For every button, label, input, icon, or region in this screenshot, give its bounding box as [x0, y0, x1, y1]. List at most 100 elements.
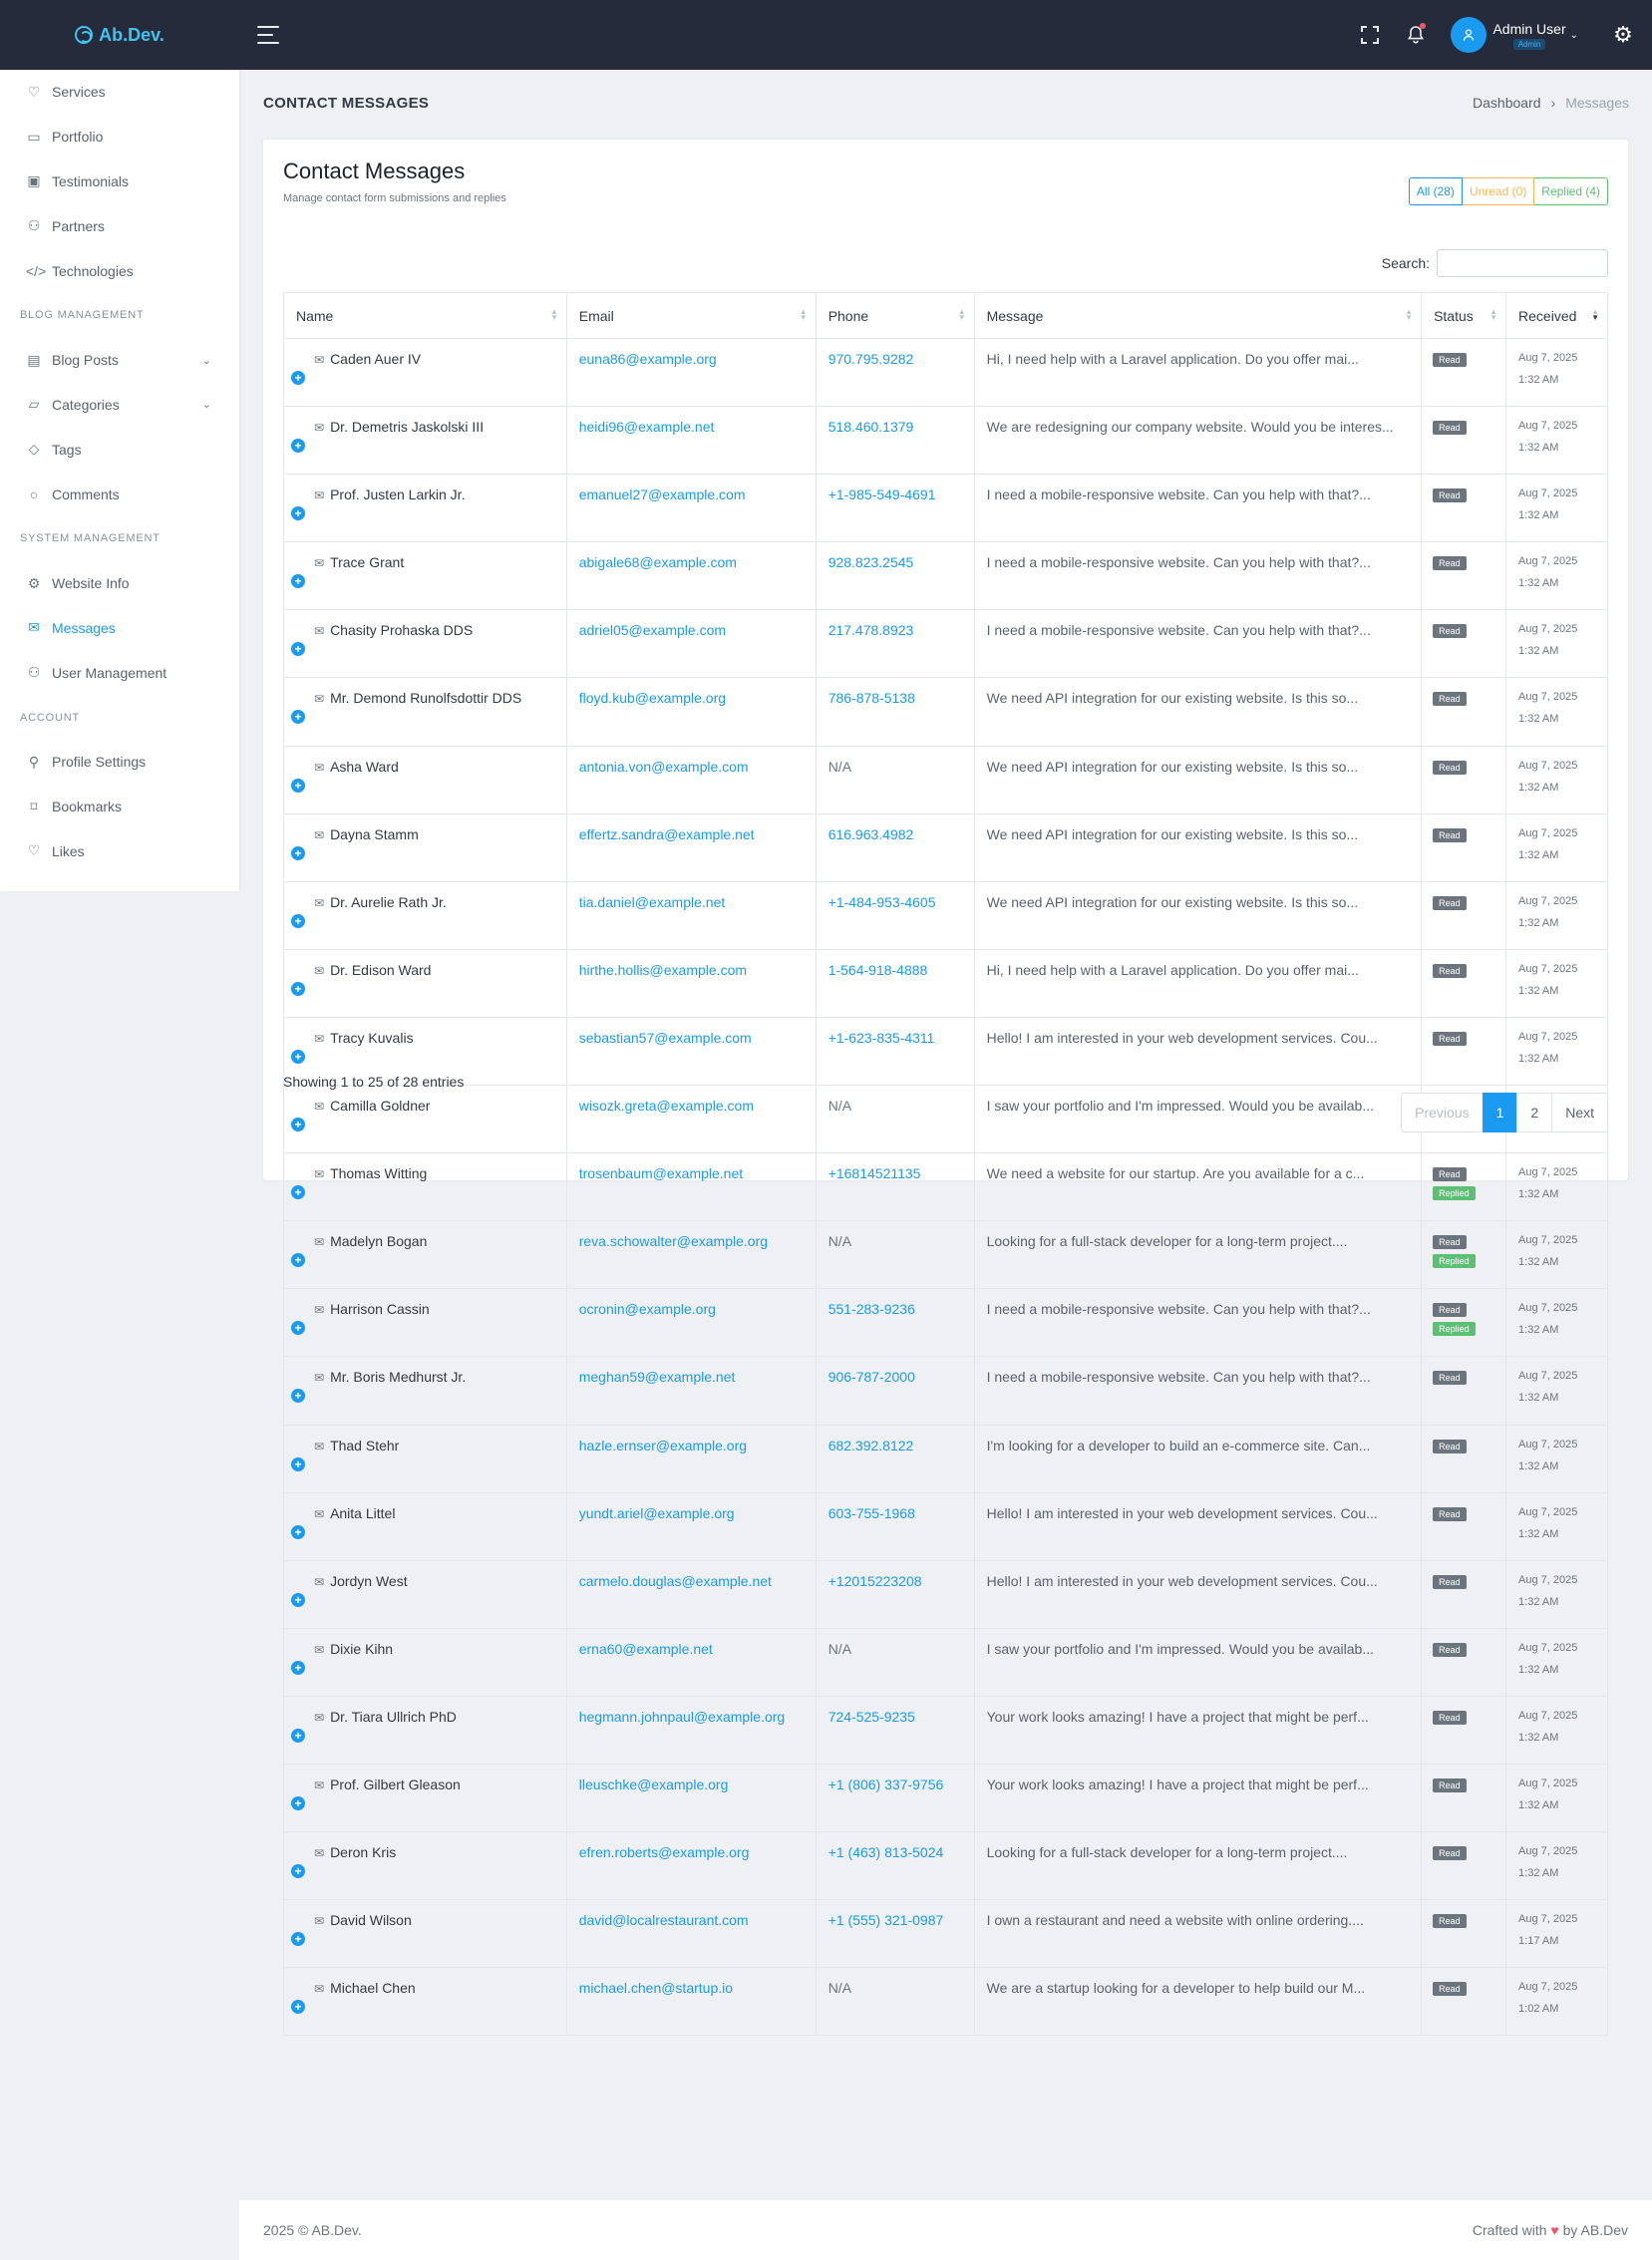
phone-link[interactable]: 724-525-9235 [828, 1709, 915, 1725]
column-header-name[interactable]: Name ▲ ▼ [283, 292, 567, 339]
email-link[interactable]: carmelo.douglas@example.net [579, 1573, 772, 1589]
email-link[interactable]: meghan59@example.net [579, 1369, 736, 1385]
expand-row-icon[interactable]: + [291, 913, 305, 928]
email-link[interactable]: tia.daniel@example.net [579, 894, 726, 910]
table-row[interactable]: + ✉ Dr. Demetris Jaskolski III heidi96@exam… [283, 406, 1608, 476]
column-header-received[interactable]: Received ▲ ▼ [1505, 292, 1608, 339]
column-header-phone[interactable]: Phone ▲ ▼ [815, 292, 975, 339]
expand-row-icon[interactable]: + [291, 642, 305, 657]
expand-row-icon[interactable]: + [291, 778, 305, 793]
column-header-email[interactable]: Email ▲ ▼ [565, 292, 817, 339]
phone-link[interactable]: +12015223208 [828, 1573, 922, 1589]
expand-row-icon[interactable]: + [291, 1389, 305, 1404]
email-link[interactable]: heidi96@example.net [579, 419, 715, 435]
sidebar-item-partners[interactable]: ⚇ Partners [0, 203, 239, 248]
sidebar-item-website-info[interactable]: ⚙ Website Info [0, 561, 239, 606]
email-link[interactable]: adriel05@example.com [579, 622, 726, 638]
table-row[interactable]: + ✉ Deron Kris efren.roberts@example.org +1 … [283, 1831, 1608, 1901]
phone-link[interactable]: +1 (806) 337-9756 [828, 1776, 944, 1792]
sidebar-item-categories[interactable]: ▱ Categories ⌄ [0, 383, 239, 428]
phone-link[interactable]: +1-623-835-4311 [828, 1030, 935, 1046]
table-row[interactable]: + ✉ Anita Littel yundt.ariel@example.org 603… [283, 1491, 1608, 1561]
expand-row-icon[interactable]: + [291, 845, 305, 860]
table-row[interactable]: + ✉ Dr. Edison Ward hirthe.hollis@example.c… [283, 948, 1608, 1018]
email-link[interactable]: antonia.von@example.com [579, 759, 749, 775]
expand-row-icon[interactable]: + [291, 710, 305, 725]
email-link[interactable]: yundt.ariel@example.org [579, 1505, 735, 1521]
expand-row-icon[interactable]: + [291, 2000, 305, 2015]
sidebar-item-likes[interactable]: ♡ Likes [0, 829, 239, 874]
expand-row-icon[interactable]: + [291, 371, 305, 385]
sidebar-item-testimonials[interactable]: ▣ Testimonials [0, 160, 239, 204]
expand-row-icon[interactable]: + [291, 1932, 305, 1947]
notification-bell-icon[interactable] [1393, 12, 1439, 58]
email-link[interactable]: floyd.kub@example.org [579, 690, 726, 706]
table-row[interactable]: + ✉ Madelyn Bogan reva.schowalter@example.o… [283, 1220, 1608, 1290]
phone-link[interactable]: 616.963.4982 [828, 826, 914, 842]
fullscreen-icon[interactable] [1347, 12, 1393, 58]
sidebar-item-tags[interactable]: ◇ Tags [0, 427, 239, 472]
sidebar-item-bookmarks[interactable]: ⌑ Bookmarks [0, 785, 239, 829]
email-link[interactable]: abigale68@example.com [579, 554, 737, 570]
expand-row-icon[interactable]: + [291, 981, 305, 996]
settings-gear-icon[interactable]: ⚙ [1600, 12, 1646, 58]
email-link[interactable]: ocronin@example.org [579, 1301, 716, 1317]
phone-link[interactable]: +1 (555) 321-0987 [828, 1912, 944, 1928]
pagination-previous-button[interactable]: Previous [1401, 1093, 1484, 1132]
expand-row-icon[interactable]: + [291, 506, 305, 521]
phone-link[interactable]: 551-283-9236 [828, 1301, 915, 1317]
expand-row-icon[interactable]: + [291, 1728, 305, 1743]
phone-link[interactable]: +1-484-953-4605 [828, 894, 936, 910]
expand-row-icon[interactable]: + [291, 574, 305, 589]
sidebar-item-messages[interactable]: ✉ Messages [0, 606, 239, 651]
expand-row-icon[interactable]: + [291, 1592, 305, 1607]
expand-row-icon[interactable]: + [291, 1524, 305, 1539]
sidebar-item-profile-settings[interactable]: ⚲ Profile Settings [0, 740, 239, 785]
phone-link[interactable]: +1-985-549-4691 [828, 486, 936, 502]
expand-row-icon[interactable]: + [291, 1456, 305, 1471]
expand-row-icon[interactable]: + [291, 1118, 305, 1132]
table-row[interactable]: + ✉ Prof. Gilbert Gleason lleuschke@example… [283, 1763, 1608, 1833]
email-link[interactable]: michael.chen@startup.io [579, 1980, 733, 1996]
expand-row-icon[interactable]: + [291, 1795, 305, 1810]
email-link[interactable]: efren.roberts@example.org [579, 1844, 750, 1860]
sidebar-item-comments[interactable]: ○ Comments [0, 472, 239, 516]
sidebar-item-portfolio[interactable]: ▭ Portfolio [0, 115, 239, 160]
email-link[interactable]: trosenbaum@example.net [579, 1165, 743, 1181]
table-row[interactable]: + ✉ Asha Ward antonia.von@example.com N/A We … [283, 745, 1608, 814]
email-link[interactable]: effertz.sandra@example.net [579, 826, 755, 842]
email-link[interactable]: euna86@example.org [579, 351, 717, 367]
filter-unread-button[interactable]: Unread (0) [1462, 177, 1535, 205]
table-row[interactable]: + ✉ Dayna Stamm effertz.sandra@example.net 6… [283, 812, 1608, 882]
sidebar-item-technologies[interactable]: </> Technologies [0, 248, 239, 293]
logo[interactable]: Ab.Dev. [0, 25, 239, 46]
expand-row-icon[interactable]: + [291, 1864, 305, 1879]
email-link[interactable]: emanuel27@example.com [579, 486, 746, 502]
expand-row-icon[interactable]: + [291, 1049, 305, 1064]
table-row[interactable]: + ✉ Thad Stehr hazle.ernser@example.org 682.… [283, 1424, 1608, 1493]
email-link[interactable]: wisozk.greta@example.com [579, 1098, 754, 1114]
filter-all-button[interactable]: All (28) [1408, 177, 1463, 205]
pagination-next-button[interactable]: Next [1551, 1093, 1608, 1132]
phone-link[interactable]: 1-564-918-4888 [828, 962, 928, 978]
email-link[interactable]: hirthe.hollis@example.com [579, 962, 747, 978]
expand-row-icon[interactable]: + [291, 1185, 305, 1200]
phone-link[interactable]: 603-755-1968 [828, 1505, 915, 1521]
phone-link[interactable]: 217.478.8923 [828, 622, 914, 638]
table-row[interactable]: + ✉ Prof. Justen Larkin Jr. emanuel27@examp… [283, 474, 1608, 543]
table-row[interactable]: + ✉ Thomas Witting trosenbaum@example.net +1… [283, 1152, 1608, 1222]
table-row[interactable]: + ✉ Trace Grant abigale68@example.com 928.82… [283, 541, 1608, 611]
email-link[interactable]: reva.schowalter@example.org [579, 1233, 768, 1249]
menu-toggle-icon[interactable] [257, 26, 279, 44]
table-row[interactable]: + ✉ David Wilson david@localrestaurant.com +… [283, 1899, 1608, 1969]
table-row[interactable]: + ✉ Dr. Tiara Ullrich PhD hegmann.johnpaul@… [283, 1695, 1608, 1765]
phone-link[interactable]: 970.795.9282 [828, 351, 914, 367]
column-header-status[interactable]: Status ▲ ▼ [1421, 292, 1507, 339]
email-link[interactable]: hazle.ernser@example.org [579, 1438, 747, 1453]
user-menu[interactable]: Admin User Admin ⌄ [1451, 17, 1578, 53]
table-row[interactable]: + ✉ Tracy Kuvalis sebastian57@example.com +1… [283, 1016, 1608, 1087]
email-link[interactable]: hegmann.johnpaul@example.org [579, 1709, 785, 1725]
email-link[interactable]: david@localrestaurant.com [579, 1912, 749, 1928]
sidebar-item-user-management[interactable]: ⚇ User Management [0, 650, 239, 695]
table-row[interactable]: + ✉ Dr. Aurelie Rath Jr. tia.daniel@example… [283, 880, 1608, 950]
